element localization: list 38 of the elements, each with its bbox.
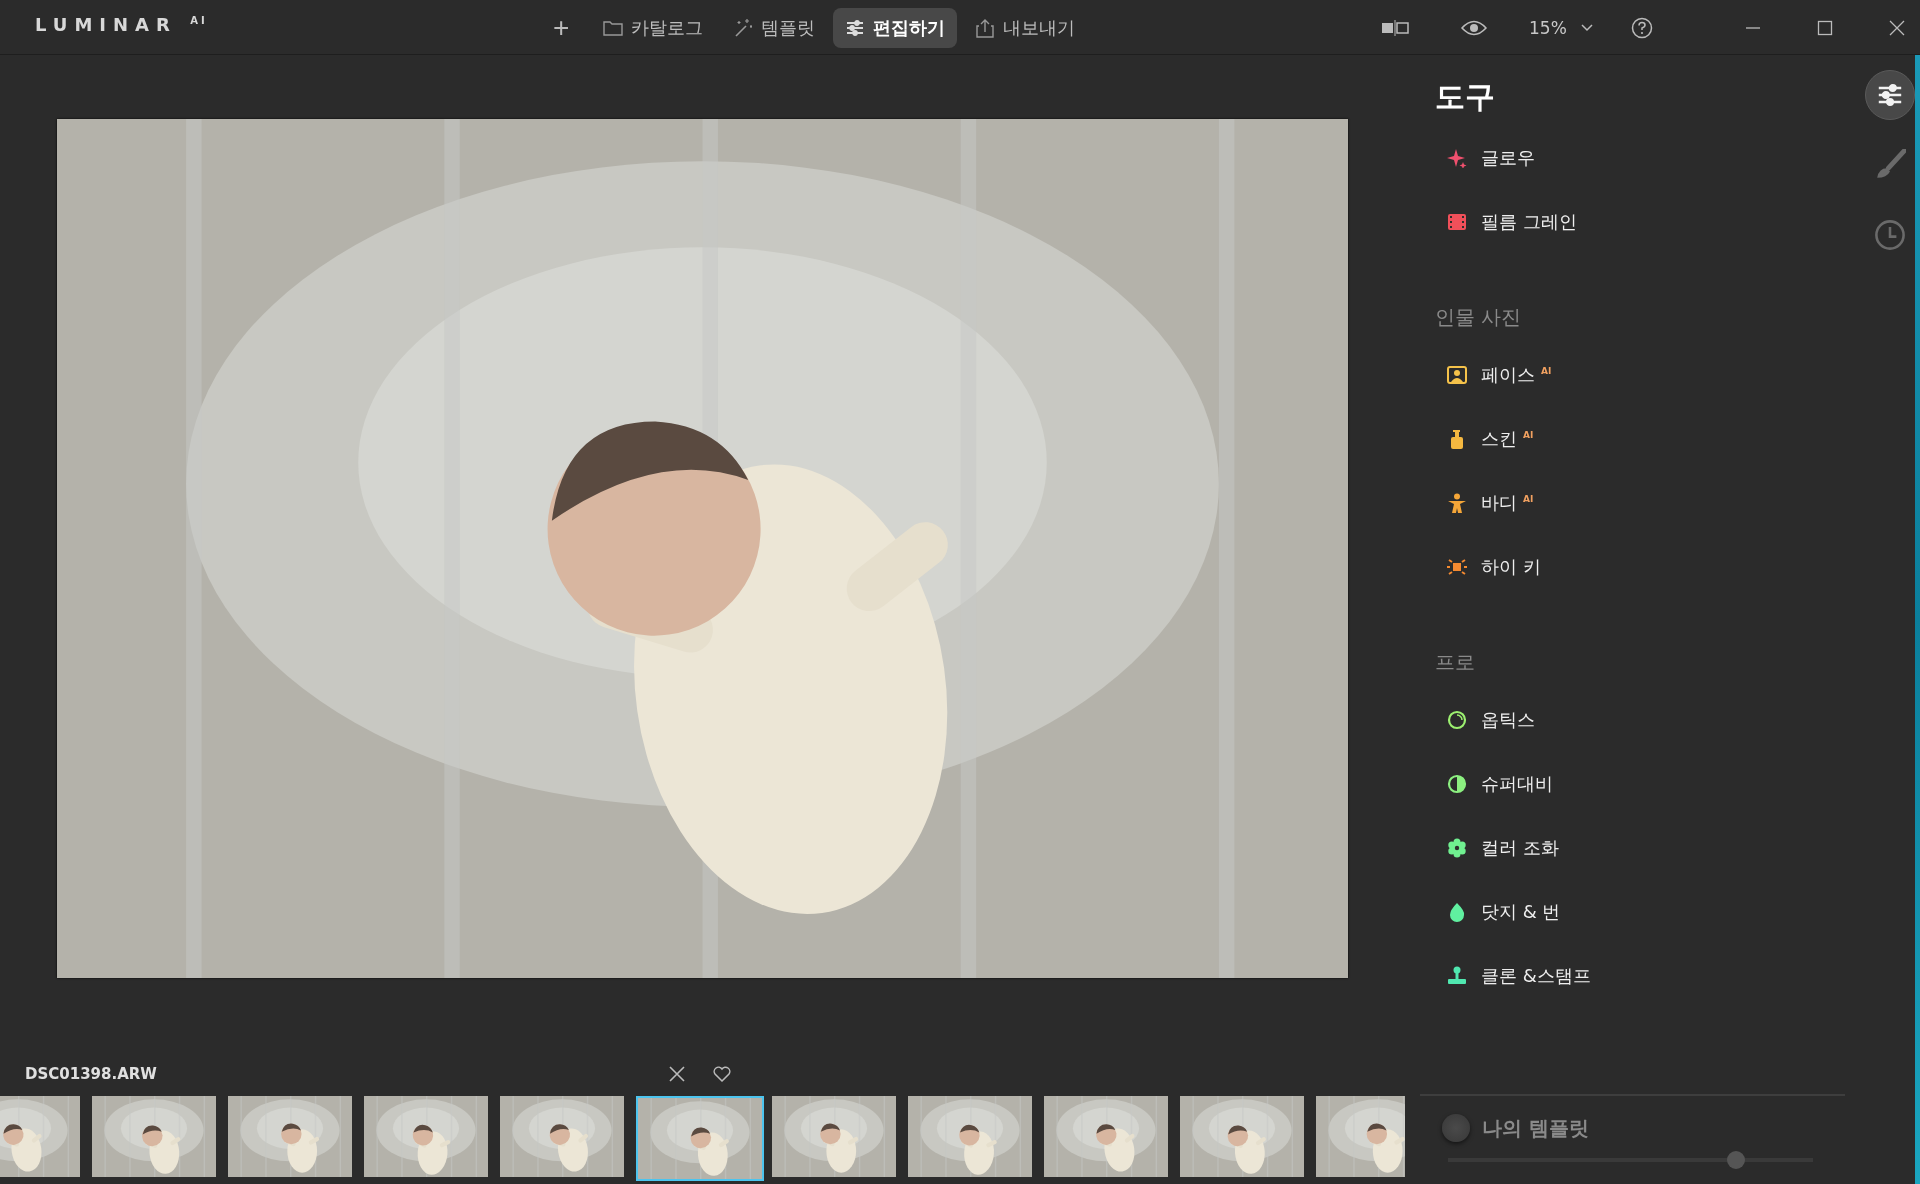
- tool-item[interactable]: 닷지 & 번: [1420, 880, 1860, 944]
- tool-item[interactable]: 하이 키: [1420, 535, 1860, 599]
- tool-item[interactable]: 슈퍼대비: [1420, 752, 1860, 816]
- slider-thumb[interactable]: [1727, 1151, 1746, 1169]
- nav-tab[interactable]: 편집하기: [833, 8, 958, 48]
- section-label: 나의 템플릿: [1482, 1114, 1589, 1142]
- zoom-dropdown[interactable]: 15%: [1523, 16, 1599, 39]
- tool-item[interactable]: 클론 &스탬프: [1420, 944, 1860, 1008]
- brush-icon: [1874, 149, 1906, 181]
- tool-item[interactable]: 바디 AI: [1420, 471, 1860, 535]
- tool-item[interactable]: 컬러 조화: [1420, 816, 1860, 880]
- tool-item[interactable]: 옵틱스: [1420, 688, 1860, 752]
- ai-label: AI: [1523, 494, 1534, 504]
- chevron-down-icon: [1580, 23, 1593, 32]
- section-heading: 프로: [1435, 649, 1476, 676]
- ai-label: AI: [1541, 366, 1552, 376]
- file-name: DSC01398.ARW: [25, 1065, 158, 1083]
- toggle-switch[interactable]: [1442, 1114, 1470, 1142]
- panel-title: 도구: [1435, 78, 1496, 116]
- tool-item[interactable]: 스킨 AI: [1420, 407, 1860, 471]
- app-logo: LUMINAR $^{AI}$: [35, 14, 208, 35]
- clock-icon: [1874, 219, 1906, 251]
- tool-item[interactable]: 페이스 AI: [1420, 343, 1860, 407]
- thumbnail[interactable]: [636, 1096, 764, 1181]
- ai-label: AI: [1523, 430, 1534, 440]
- share-icon: [975, 18, 996, 38]
- section-heading: 인물 사진: [1435, 304, 1523, 331]
- nav-tab[interactable]: 카탈로그: [591, 8, 716, 48]
- panel-tab[interactable]: [1865, 70, 1915, 120]
- tool-item[interactable]: 필름 그레인: [1420, 190, 1860, 254]
- nav-tab[interactable]: 템플릿: [721, 8, 828, 48]
- nav-tab[interactable]: 내보내기: [963, 8, 1088, 48]
- tool-item[interactable]: 글로우: [1420, 126, 1860, 190]
- magic-wand-icon: [733, 18, 754, 38]
- folder-icon: [603, 18, 624, 38]
- settings-sliders-icon: [845, 18, 866, 38]
- add-button[interactable]: +: [545, 14, 578, 42]
- settings-sliders-icon: [1876, 81, 1904, 109]
